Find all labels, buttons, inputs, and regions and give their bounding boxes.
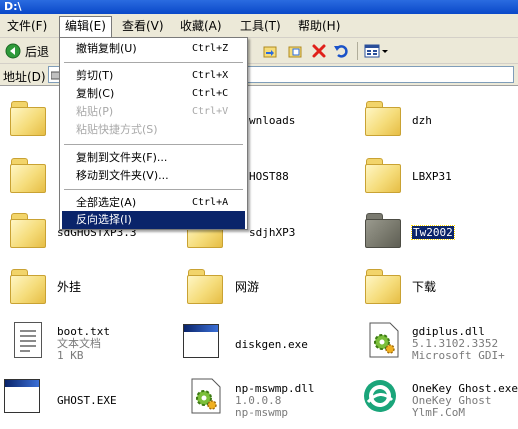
views-button[interactable] (364, 43, 390, 59)
folder-icon[interactable] (365, 269, 401, 304)
folder-icon[interactable] (365, 158, 401, 193)
menu-item-copy-to-folder[interactable]: 复制到文件夹(F)... (62, 149, 245, 167)
menu-favorites[interactable]: 收藏(A) (175, 17, 227, 35)
move-to-icon (263, 46, 277, 58)
menu-file[interactable]: 文件(F) (2, 17, 52, 35)
folder-icon[interactable] (10, 158, 46, 193)
menu-edit[interactable]: 编辑(E) (59, 16, 112, 37)
copy-to-button[interactable] (287, 43, 303, 59)
folder-icon[interactable] (365, 101, 401, 136)
views-icon (364, 44, 388, 58)
menu-item-copy[interactable]: 复制(C) Ctrl+C (62, 85, 245, 103)
menu-item-paste-shortcut: 粘贴快捷方式(S) (76, 123, 158, 136)
onekey-ghost-icon[interactable] (362, 378, 398, 414)
menu-item-cut[interactable]: 剪切(T) Ctrl+X (62, 67, 245, 85)
folder-icon-selected[interactable] (365, 213, 401, 248)
back-label: 后退 (24, 44, 49, 59)
menu-view[interactable]: 查看(V) (117, 17, 169, 35)
file-company-onekey: YlmF.CoM (412, 406, 465, 419)
edit-menu-dropdown: 撤销复制(U) Ctrl+Z 剪切(T) Ctrl+X 复制(C) Ctrl+C… (59, 37, 248, 230)
undo-icon (334, 45, 348, 58)
folder-label-lbxp31[interactable]: LBXP31 (412, 170, 452, 183)
folder-label-wangyou[interactable]: 网游 (235, 281, 259, 294)
text-document-icon[interactable] (14, 322, 42, 358)
folder-label-dzh[interactable]: dzh (412, 114, 432, 127)
back-button[interactable]: 后退 (2, 42, 52, 60)
address-label: 地址(D) (3, 70, 46, 84)
folder-label-waigua[interactable]: 外挂 (57, 281, 81, 294)
folder-icon[interactable] (10, 269, 46, 304)
dll-gear-icon[interactable] (190, 378, 222, 414)
menu-help[interactable]: 帮助(H) (293, 17, 345, 35)
folder-icon[interactable] (187, 269, 223, 304)
file-size-boot: 1 KB (57, 349, 84, 362)
folder-label-downloads[interactable]: wnloads (249, 114, 295, 127)
application-icon[interactable] (183, 324, 219, 358)
menu-separator (64, 144, 243, 145)
file-name-diskgen[interactable]: diskgen.exe (235, 338, 308, 351)
menu-item-invert-selection[interactable]: 反向选择(I) (62, 211, 245, 229)
menu-bar: 文件(F) 编辑(E) 查看(V) 收藏(A) 工具(T) 帮助(H) (0, 14, 518, 38)
back-arrow-icon (5, 43, 21, 59)
application-icon[interactable] (4, 379, 40, 413)
menu-item-select-all[interactable]: 全部选定(A) Ctrl+A (62, 194, 245, 212)
delete-x-icon (312, 44, 326, 58)
window-title: D:\ (0, 0, 518, 14)
menu-item-undo-copy[interactable]: 撤销复制(U) Ctrl+Z (62, 40, 245, 58)
menu-item-move-to-folder[interactable]: 移动到文件夹(V)... (62, 167, 245, 185)
menu-tools[interactable]: 工具(T) (235, 17, 286, 35)
undo-button[interactable] (333, 43, 349, 59)
folder-label-xiazai[interactable]: 下载 (412, 281, 436, 294)
file-desc-npmswmp: np-mswmp (235, 406, 288, 419)
menu-separator (64, 189, 243, 190)
move-to-button[interactable] (262, 43, 278, 59)
toolbar-separator (357, 42, 358, 60)
folder-label-tw2002[interactable]: Tw2002 (411, 225, 455, 240)
folder-icon[interactable] (10, 101, 46, 136)
menu-separator (64, 62, 243, 63)
folder-icon[interactable] (10, 213, 46, 248)
delete-button[interactable] (311, 43, 327, 59)
file-desc-gdiplus: Microsoft GDI+ (412, 349, 505, 362)
folder-label-ghost88[interactable]: HOST88 (249, 170, 289, 183)
file-name-ghostexe[interactable]: GHOST.EXE (57, 394, 117, 407)
menu-item-paste: 粘贴(P) Ctrl+V (76, 105, 229, 118)
dll-gear-icon[interactable] (368, 322, 400, 358)
folder-label-sdjhxp3[interactable]: sdjhXP3 (249, 226, 295, 239)
copy-to-icon (288, 46, 302, 58)
